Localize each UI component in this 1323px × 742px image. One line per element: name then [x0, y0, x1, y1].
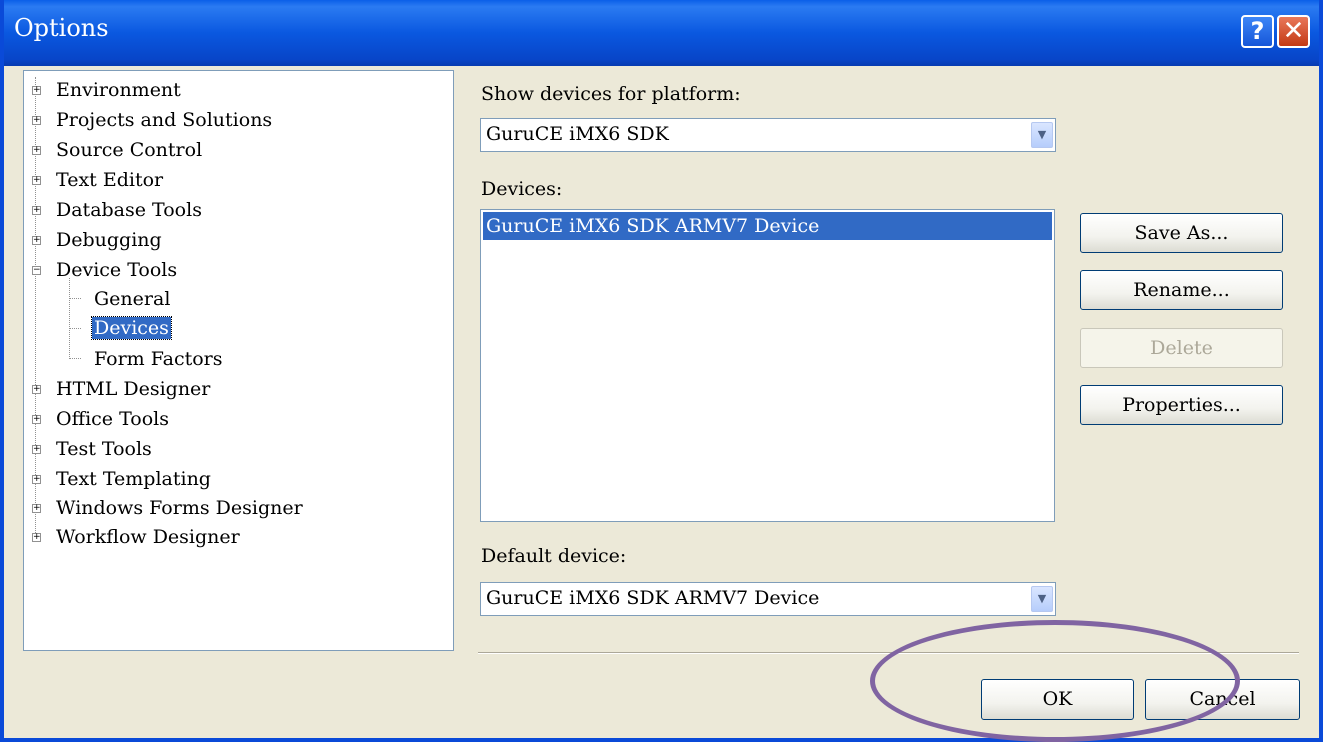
tree-item-html-designer[interactable]: + HTML Designer	[32, 377, 210, 401]
default-device-label: Default device:	[481, 545, 627, 567]
platform-label: Show devices for platform:	[481, 83, 741, 105]
list-item[interactable]: GuruCE iMX6 SDK ARMV7 Device	[483, 212, 1052, 240]
close-icon: ✕	[1282, 16, 1305, 46]
tree-item-label: General	[94, 288, 171, 310]
tree-child-line	[69, 278, 70, 359]
tree-item-label: Office Tools	[56, 408, 169, 430]
tree-item-database-tools[interactable]: + Database Tools	[32, 198, 202, 222]
divider	[478, 652, 1299, 654]
expand-icon[interactable]: +	[32, 116, 41, 125]
expand-icon[interactable]: +	[32, 236, 41, 245]
expand-icon[interactable]: +	[32, 504, 41, 513]
tree-item-label: Database Tools	[56, 199, 202, 221]
tree-item-label: Source Control	[56, 139, 203, 161]
chevron-down-icon[interactable]: ▼	[1031, 586, 1053, 612]
devices-label: Devices:	[481, 178, 563, 200]
tree-item-debugging[interactable]: + Debugging	[32, 228, 162, 252]
tree-item-source-control[interactable]: + Source Control	[32, 138, 202, 162]
tree-item-label: Text Editor	[56, 169, 164, 191]
expand-icon[interactable]: +	[32, 176, 41, 185]
cancel-button[interactable]: Cancel	[1145, 679, 1300, 720]
tree-item-workflow-designer[interactable]: + Workflow Designer	[32, 525, 240, 549]
expand-icon[interactable]: +	[32, 475, 41, 484]
tree-connector	[69, 328, 81, 329]
expand-icon[interactable]: +	[32, 86, 41, 95]
platform-value: GuruCE iMX6 SDK	[486, 123, 669, 145]
tree-item-devices[interactable]: Devices	[84, 316, 172, 340]
tree-item-projects-and-solutions[interactable]: + Projects and Solutions	[32, 108, 272, 132]
tree-item-office-tools[interactable]: + Office Tools	[32, 407, 169, 431]
tree-connector	[69, 298, 81, 299]
expand-icon[interactable]: +	[32, 533, 41, 542]
default-device-value: GuruCE iMX6 SDK ARMV7 Device	[486, 587, 820, 609]
tree-item-label: Form Factors	[94, 348, 223, 370]
tree-item-label: HTML Designer	[56, 378, 211, 400]
expand-icon[interactable]: +	[32, 146, 41, 155]
options-tree[interactable]: + Environment + Projects and Solutions +…	[23, 70, 454, 651]
expand-icon[interactable]: +	[32, 206, 41, 215]
close-button[interactable]: ✕	[1277, 15, 1310, 48]
properties-button[interactable]: Properties...	[1080, 385, 1283, 425]
tree-item-label: Windows Forms Designer	[56, 497, 303, 519]
help-icon: ?	[1250, 17, 1265, 45]
tree-connector	[69, 358, 81, 359]
tree-item-label: Device Tools	[56, 259, 178, 281]
tree-item-label: Devices	[91, 316, 172, 340]
tree-item-label: Projects and Solutions	[56, 109, 273, 131]
tree-item-test-tools[interactable]: + Test Tools	[32, 437, 152, 461]
rename-button[interactable]: Rename...	[1080, 270, 1283, 310]
default-device-select[interactable]: GuruCE iMX6 SDK ARMV7 Device ▼	[480, 582, 1056, 616]
tree-item-label: Workflow Designer	[56, 526, 240, 548]
expand-icon[interactable]: +	[32, 445, 41, 454]
tree-item-text-templating[interactable]: + Text Templating	[32, 467, 211, 491]
tree-item-device-tools[interactable]: − Device Tools	[32, 258, 177, 282]
devices-list[interactable]: GuruCE iMX6 SDK ARMV7 Device	[480, 209, 1055, 522]
tree-item-windows-forms-designer[interactable]: + Windows Forms Designer	[32, 496, 303, 520]
tree-item-label: Text Templating	[56, 468, 211, 490]
save-as-button[interactable]: Save As...	[1080, 213, 1283, 253]
tree-item-label: Environment	[56, 79, 181, 101]
options-dialog: Options ? ✕ + Environment + Projects and…	[0, 0, 1323, 742]
help-button[interactable]: ?	[1241, 15, 1274, 48]
expand-icon[interactable]: +	[32, 385, 41, 394]
collapse-icon[interactable]: −	[32, 266, 41, 275]
tree-item-general[interactable]: General	[84, 287, 170, 311]
tree-item-label: Test Tools	[56, 438, 152, 460]
delete-button[interactable]: Delete	[1080, 328, 1283, 368]
tree-item-environment[interactable]: + Environment	[32, 78, 181, 102]
ok-button[interactable]: OK	[981, 679, 1134, 720]
tree-item-text-editor[interactable]: + Text Editor	[32, 168, 163, 192]
platform-select[interactable]: GuruCE iMX6 SDK ▼	[480, 118, 1056, 152]
tree-item-form-factors[interactable]: Form Factors	[84, 347, 223, 371]
title-bar[interactable]: Options ? ✕	[4, 0, 1319, 66]
expand-icon[interactable]: +	[32, 415, 41, 424]
chevron-down-icon[interactable]: ▼	[1031, 122, 1053, 148]
tree-item-label: Debugging	[56, 229, 162, 251]
dialog-title: Options	[14, 14, 109, 42]
